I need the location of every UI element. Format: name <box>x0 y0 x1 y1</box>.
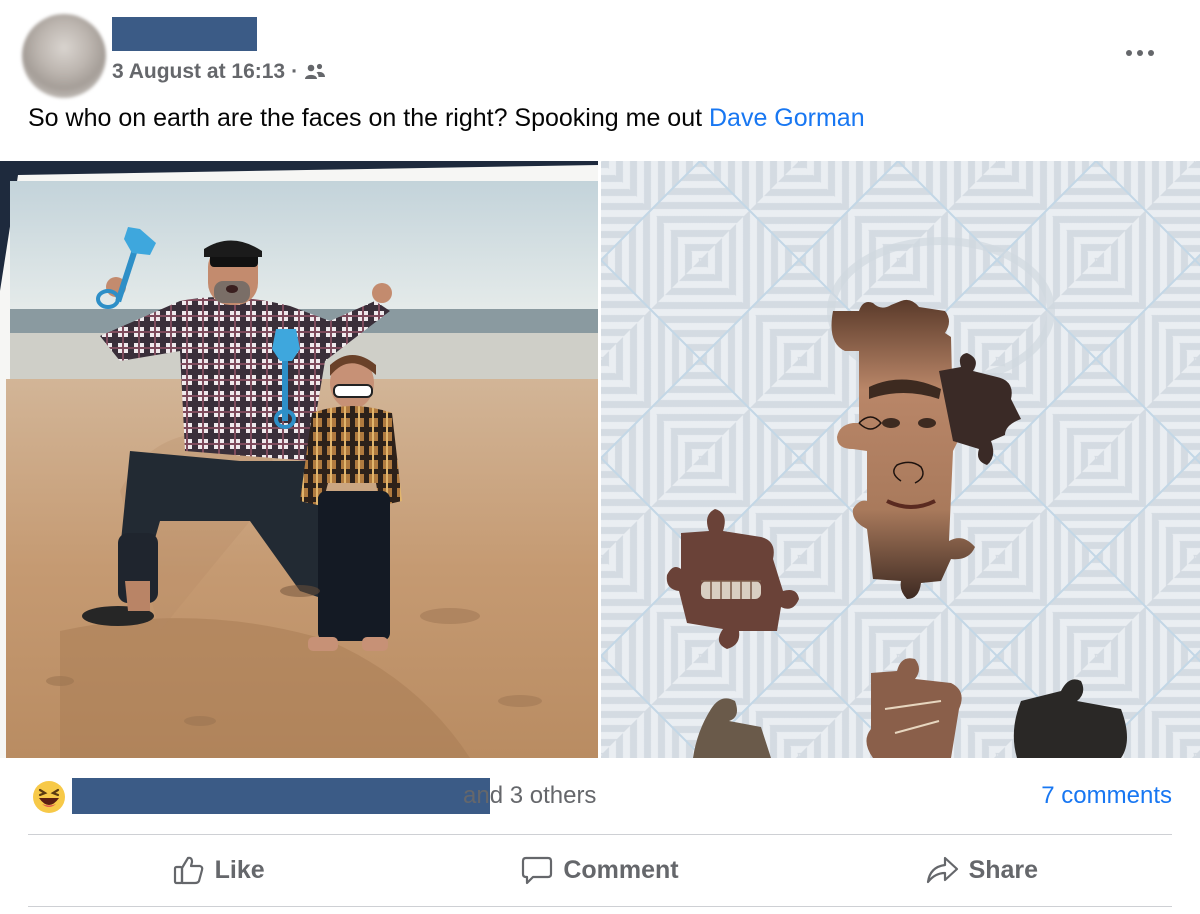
meta-separator: · <box>291 60 299 83</box>
comment-icon <box>521 854 553 886</box>
share-arrow-icon <box>925 854 959 886</box>
post-meta: 3 August at 16:13 · <box>112 58 326 86</box>
reactions-others[interactable]: and 3 others <box>463 782 596 810</box>
mention-link[interactable]: Dave Gorman <box>709 104 865 132</box>
haha-reaction-icon[interactable] <box>32 780 66 819</box>
divider <box>28 906 1172 907</box>
comment-button[interactable]: Comment <box>409 840 790 900</box>
reactor-names-redacted[interactable] <box>72 778 490 814</box>
post-text: So who on earth are the faces on the rig… <box>28 104 865 133</box>
divider <box>28 834 1172 835</box>
author-name-redacted[interactable] <box>112 17 257 51</box>
comment-label: Comment <box>563 855 679 884</box>
friends-icon <box>304 62 326 82</box>
avatar[interactable] <box>22 14 106 98</box>
share-label: Share <box>968 855 1039 884</box>
like-button[interactable]: Like <box>28 840 409 900</box>
like-label: Like <box>214 855 265 884</box>
post-body: So who on earth are the faces on the rig… <box>28 104 709 132</box>
post-actions: Like Comment Share <box>28 840 1172 900</box>
comments-count-link[interactable]: 7 comments <box>1041 782 1172 810</box>
thumbs-up-icon <box>173 854 205 886</box>
more-options-icon[interactable] <box>1120 38 1160 68</box>
beach-photo[interactable] <box>0 161 598 758</box>
post-timestamp[interactable]: 3 August at 16:13 <box>112 60 285 84</box>
jigsaw-photo[interactable] <box>601 161 1200 758</box>
reactions-bar: and 3 others 7 comments <box>28 776 1172 816</box>
share-button[interactable]: Share <box>791 840 1172 900</box>
